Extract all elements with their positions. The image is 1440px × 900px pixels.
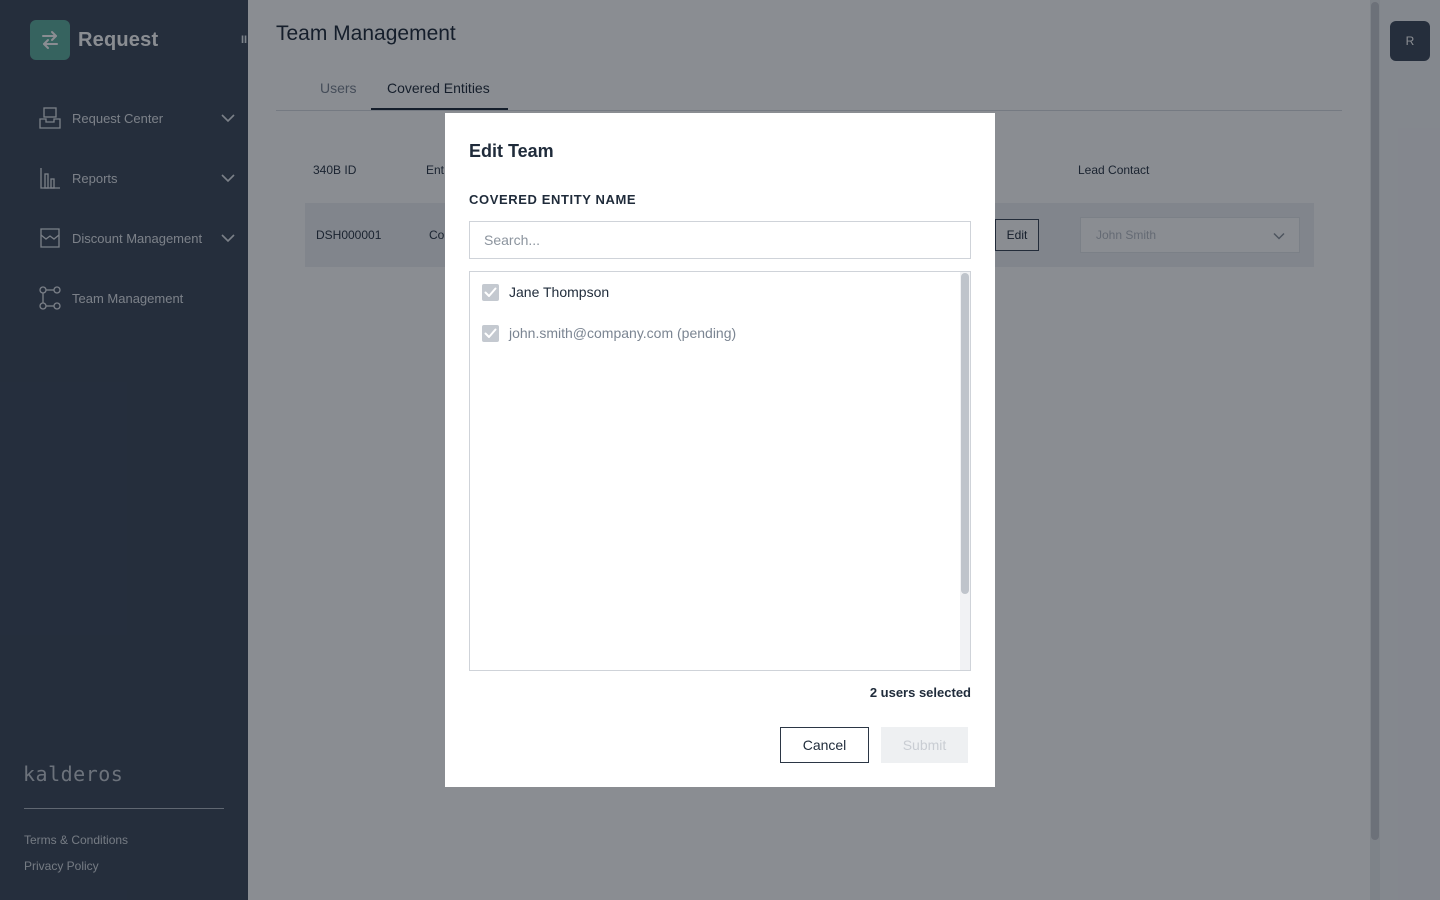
selected-count: 2 users selected [869, 685, 971, 700]
submit-button[interactable]: Submit [881, 727, 968, 763]
checkbox-checked[interactable] [482, 283, 499, 301]
list-scrollbar[interactable] [960, 272, 970, 670]
cancel-button[interactable]: Cancel [780, 727, 869, 763]
edit-team-modal: Edit Team COVERED ENTITY NAME Jane Thomp… [445, 113, 995, 787]
modal-title: Edit Team [469, 141, 554, 161]
section-label: COVERED ENTITY NAME [469, 192, 637, 207]
user-list: Jane Thompson john.smith@company.com (pe… [469, 271, 971, 671]
user-email-pending: john.smith@company.com (pending) [509, 325, 737, 341]
checkbox-checked[interactable] [482, 324, 499, 342]
search-input[interactable] [469, 221, 971, 259]
list-scrollbar-thumb[interactable] [961, 273, 969, 594]
list-item[interactable]: Jane Thompson [482, 282, 609, 302]
user-name: Jane Thompson [509, 284, 610, 300]
list-item[interactable]: john.smith@company.com (pending) [482, 323, 736, 343]
